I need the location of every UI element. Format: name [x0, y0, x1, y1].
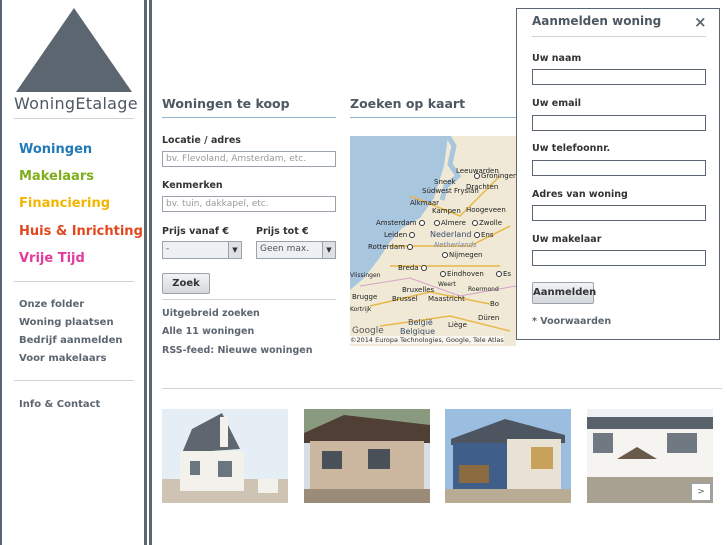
search-heading: Woningen te koop: [162, 96, 290, 111]
nav-bedrijf-aanmelden[interactable]: Bedrijf aanmelden: [19, 335, 123, 346]
chevron-down-icon: ▼: [322, 242, 335, 258]
map-label: Amsterdam: [376, 219, 426, 227]
divider: [14, 281, 134, 282]
divider: [14, 380, 134, 381]
email-label: Uw email: [532, 98, 582, 109]
price-to-value: Geen max.: [260, 244, 310, 254]
address-input[interactable]: [532, 205, 706, 221]
nav-financiering[interactable]: Financiering: [19, 196, 110, 211]
terms-link[interactable]: * Voorwaarden: [532, 316, 611, 327]
map-label: Belgique: [400, 327, 436, 336]
modal-title: Aanmelden woning: [532, 14, 662, 28]
map-label: Alkmaar: [410, 199, 440, 207]
map-label: Maastricht: [428, 295, 465, 303]
price-from-value: -: [166, 244, 170, 254]
nav-woning-plaatsen[interactable]: Woning plaatsen: [19, 317, 114, 328]
close-icon[interactable]: ×: [694, 13, 707, 31]
search-button[interactable]: Zoek: [162, 273, 210, 294]
submit-button[interactable]: Aanmelden: [532, 282, 596, 304]
divider: [14, 118, 134, 119]
map-label: Roermond: [468, 286, 499, 293]
divider: [162, 299, 336, 300]
map-label: Eindhoven: [440, 270, 484, 278]
logo-triangle-icon[interactable]: [16, 8, 132, 92]
map-label: Nijmegen: [442, 251, 482, 259]
map-label: Kampen: [432, 207, 461, 215]
agent-label: Uw makelaar: [532, 234, 602, 245]
map-label: Brugge: [352, 293, 378, 301]
all-houses-link[interactable]: Alle 11 woningen: [162, 326, 254, 337]
chevron-down-icon: ▼: [228, 242, 241, 258]
phone-label: Uw telefoonnr.: [532, 143, 611, 154]
divider: [532, 36, 706, 37]
phone-input[interactable]: [532, 160, 706, 176]
map-label: Netherlands: [434, 241, 477, 249]
map-label: Es: [496, 270, 511, 278]
map-label: Hoogeveen: [466, 206, 506, 214]
sidebar-border: [144, 0, 147, 545]
features-input[interactable]: bv. tuin, dakkapel, etc.: [162, 196, 336, 212]
name-label: Uw naam: [532, 53, 582, 64]
heading-rule: [162, 117, 336, 118]
advanced-search-link[interactable]: Uitgebreid zoeken: [162, 308, 260, 319]
house-photo[interactable]: [445, 409, 571, 503]
features-label: Kenmerken: [162, 180, 223, 191]
house-photo[interactable]: [162, 409, 288, 503]
house-photo[interactable]: >: [587, 409, 713, 503]
register-house-modal: Aanmelden woning × Uw naam Uw email Uw t…: [516, 8, 720, 340]
map-label: Weert: [438, 281, 456, 288]
map-label: Bruxelles: [402, 286, 435, 294]
map-label: Bo: [490, 300, 500, 308]
map-heading: Zoeken op kaart: [350, 96, 466, 111]
address-label: Adres van woning: [532, 189, 628, 200]
map-label: Breda: [398, 264, 428, 272]
carousel-next-button[interactable]: >: [691, 483, 711, 501]
map-label: Leiden: [384, 231, 416, 239]
map-label: Kortrijk: [350, 306, 372, 313]
location-input[interactable]: bv. Flevoland, Amsterdam, etc.: [162, 151, 336, 167]
map-label: Vlissingen: [350, 272, 381, 279]
price-to-select[interactable]: Geen max. ▼: [256, 241, 336, 259]
location-label: Locatie / adres: [162, 135, 241, 146]
map-label: Nederland: [430, 230, 472, 239]
email-input[interactable]: [532, 115, 706, 131]
map-label: Liège: [448, 321, 467, 329]
map-label: Zwolle: [472, 219, 502, 227]
price-from-label: Prijs vanaf €: [162, 226, 229, 237]
divider: [162, 388, 722, 389]
sidebar-border: [149, 0, 152, 545]
nav-info-contact[interactable]: Info & Contact: [19, 399, 100, 410]
map-label: Groningen: [474, 172, 516, 180]
nav-vrije-tijd[interactable]: Vrije Tijd: [19, 251, 85, 266]
nav-onze-folder[interactable]: Onze folder: [19, 299, 84, 310]
nav-makelaars[interactable]: Makelaars: [19, 169, 94, 184]
agent-input[interactable]: [532, 250, 706, 266]
price-to-label: Prijs tot €: [256, 226, 309, 237]
map-label: Súdwest Fryslân: [422, 187, 479, 195]
price-from-select[interactable]: - ▼: [162, 241, 242, 259]
map-view[interactable]: Leeuwarden Groningen Sneek Drachten Súdw…: [350, 136, 516, 346]
map-label: Almere: [434, 219, 466, 227]
logo-text[interactable]: WoningEtalage: [14, 94, 138, 113]
nav-voor-makelaars[interactable]: Voor makelaars: [19, 353, 107, 364]
map-attribution: ©2014 Europa Technologies, Google, Tele …: [350, 336, 504, 344]
name-input[interactable]: [532, 69, 706, 85]
rss-feed-link[interactable]: RSS-feed: Nieuwe woningen: [162, 345, 312, 356]
nav-woningen[interactable]: Woningen: [19, 142, 92, 157]
sidebar: WoningEtalage Woningen Makelaars Financi…: [0, 0, 144, 545]
map-label: Ens: [474, 231, 494, 239]
google-logo: Google: [352, 326, 384, 336]
map-label: Düren: [478, 314, 500, 322]
map-label: België: [408, 318, 433, 327]
heading-rule: [350, 117, 516, 118]
map-label: Brussel: [392, 295, 418, 303]
house-photo[interactable]: [304, 409, 430, 503]
nav-huis-inrichting[interactable]: Huis & Inrichting: [19, 224, 143, 239]
map-label: Sneek: [434, 178, 456, 186]
map-label: Rotterdam: [368, 243, 414, 251]
